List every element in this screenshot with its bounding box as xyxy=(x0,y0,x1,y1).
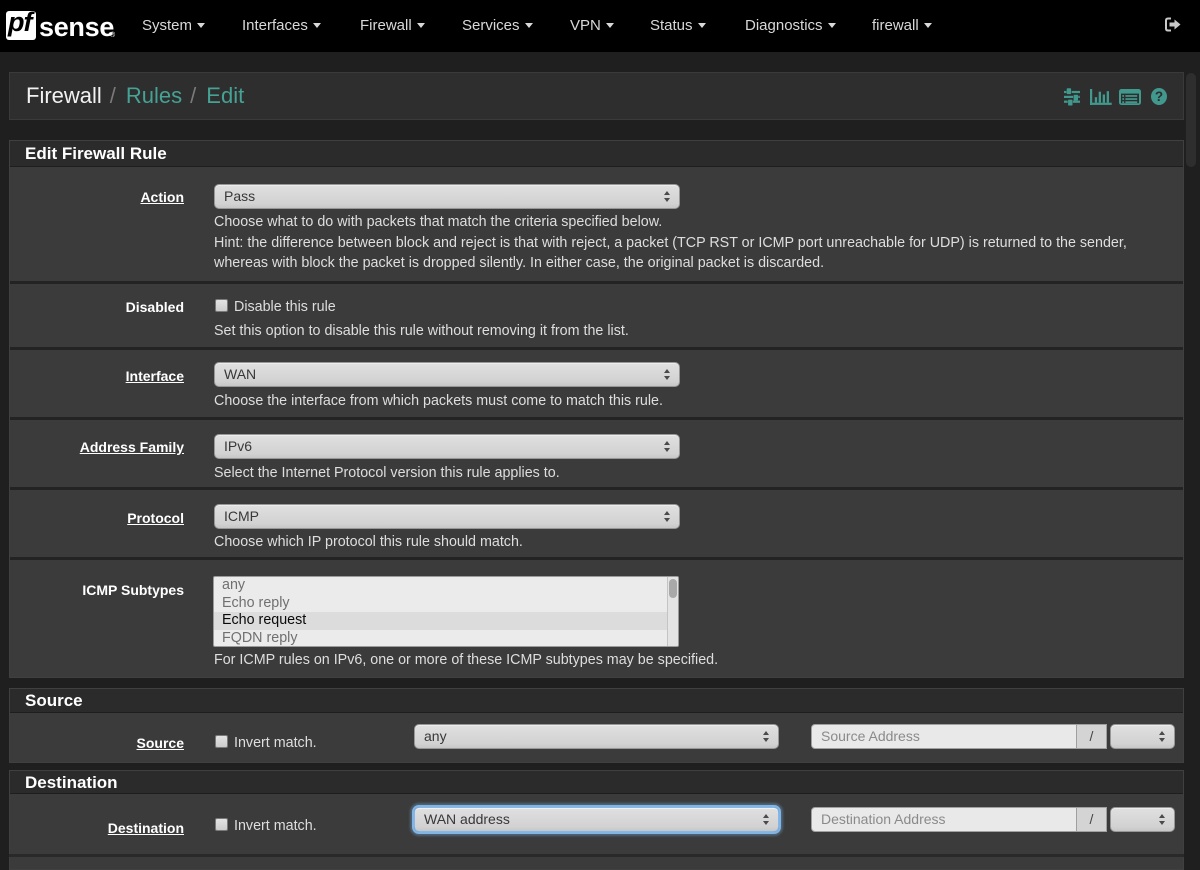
svg-text:?: ? xyxy=(1155,89,1163,104)
